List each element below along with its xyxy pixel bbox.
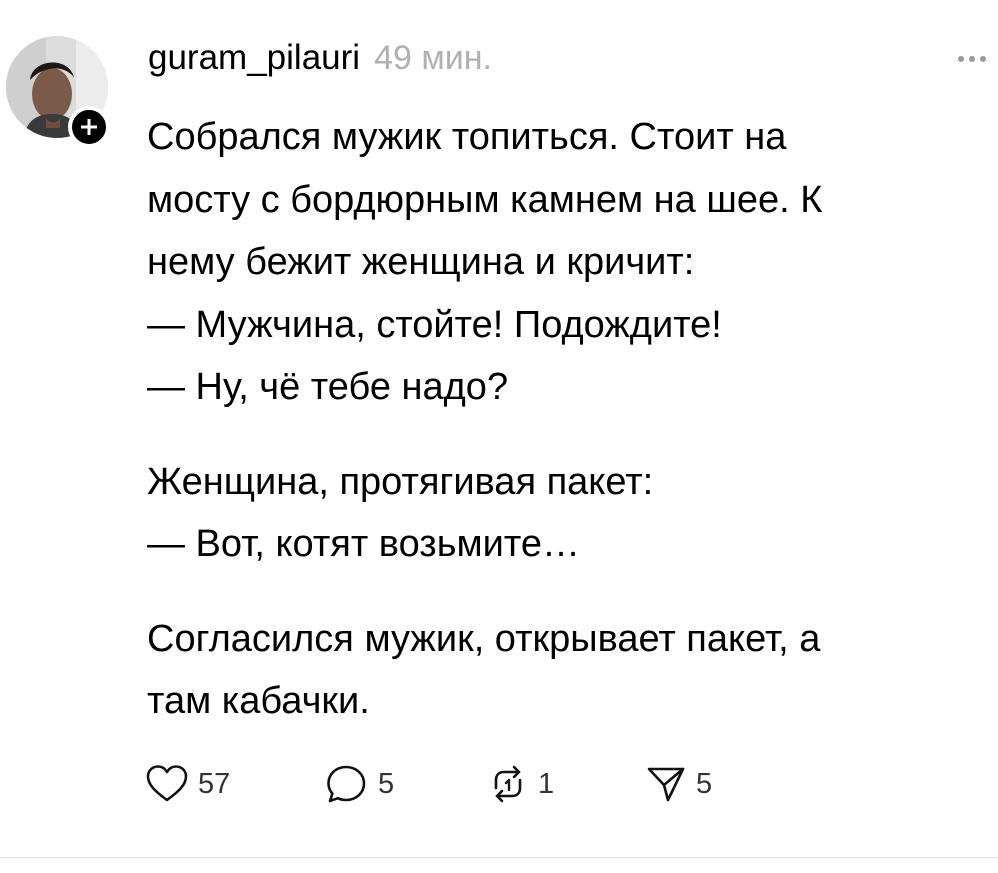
follow-button[interactable]: [68, 106, 110, 148]
heart-icon: [146, 765, 188, 802]
like-button[interactable]: 57: [146, 764, 326, 804]
share-count: 5: [696, 767, 713, 800]
text-line: Согласился мужик, открывает пакет, а: [147, 617, 821, 660]
text-line: — Вот, котят возьмите…: [147, 523, 580, 565]
more-dots-icon: [958, 56, 964, 62]
paragraph: Согласился мужик, открывает пакет, а там…: [147, 608, 982, 733]
text-line: Собрался мужик топиться. Стоит на: [147, 116, 787, 158]
more-dots-icon: [969, 56, 975, 62]
more-dots-icon: [980, 56, 986, 62]
share-button[interactable]: 5: [646, 764, 712, 804]
more-options-button[interactable]: [950, 44, 994, 74]
repost-icon: [494, 765, 522, 803]
username-link[interactable]: guram_pilauri: [148, 38, 360, 78]
paragraph: Женщина, протягивая пакет: — Вот, котят …: [147, 451, 982, 576]
reply-button[interactable]: 5: [326, 764, 488, 804]
text-line: — Мужчина, стойте! Подождите!: [147, 303, 722, 346]
repost-count: 1: [538, 767, 555, 800]
divider: [0, 857, 998, 858]
repost-button[interactable]: 1: [488, 764, 646, 804]
text-line: там кабачки.: [147, 680, 370, 722]
post-body: Собрался мужик топиться. Стоит на мосту …: [147, 106, 982, 733]
post-header: guram_pilauri 49 мин.: [148, 38, 492, 94]
comment-icon: [327, 765, 366, 803]
text-line: Женщина, протягивая пакет:: [147, 460, 654, 503]
post-time: 49 мин.: [374, 39, 492, 77]
plus-icon: [81, 119, 97, 135]
text-line: нему бежит женщина и кричит:: [147, 241, 695, 283]
reply-count: 5: [378, 767, 395, 800]
avatar-container[interactable]: [6, 36, 110, 148]
paragraph: Собрался мужик топиться. Стоит на мосту …: [147, 106, 982, 419]
like-count: 57: [198, 767, 231, 800]
text-line: — Ну, чё тебе надо?: [147, 366, 509, 408]
text-line: мосту с бордюрным камнем на шее. К: [147, 178, 823, 221]
send-icon: [647, 767, 685, 802]
thread-post: guram_pilauri 49 мин. Собрался мужик топ…: [0, 0, 998, 873]
action-bar: 57 5 1 5: [146, 758, 712, 810]
